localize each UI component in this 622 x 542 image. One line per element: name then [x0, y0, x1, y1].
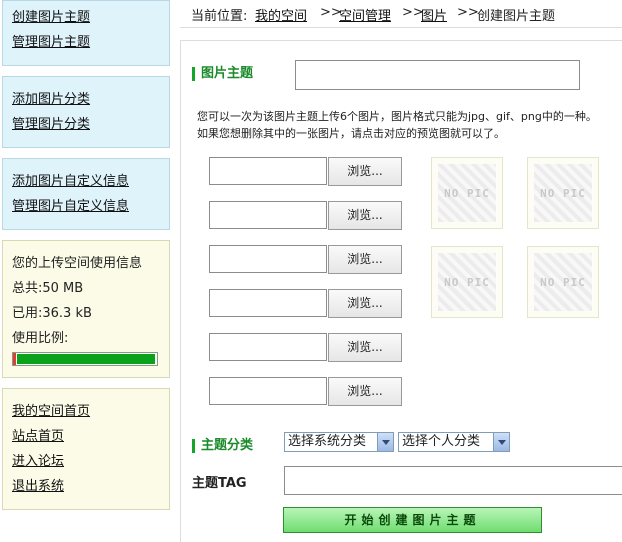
theme-menu-box: 创建图片主题 管理图片主题 [2, 0, 170, 66]
site-home-link[interactable]: 站点首页 [12, 429, 64, 445]
usage-total: 总共:50 MB [12, 281, 84, 296]
nav-box: 我的空间首页 站点首页 进入论坛 退出系统 [2, 388, 170, 510]
file-path-input-4[interactable] [209, 289, 327, 317]
no-pic-placeholder: NO PIC [444, 276, 490, 289]
my-space-home-link[interactable]: 我的空间首页 [12, 404, 90, 420]
no-pic-placeholder: NO PIC [540, 276, 586, 289]
breadcrumb-sep: >> [457, 5, 479, 20]
browse-button-1[interactable]: 浏览... [328, 157, 402, 186]
usage-title: 您的上传空间使用信息 [12, 256, 143, 271]
create-theme-panel: 图片主题 您可以一次为该图片主题上传6个图片，图片格式只能为jpg、gif、pn… [180, 40, 622, 542]
theme-input[interactable] [295, 60, 580, 90]
breadcrumb: 当前位置: 我的空间 >> 空间管理 >> 图片 >> 创建图片主题 [180, 0, 622, 28]
create-theme-button[interactable]: 开始创建图片主题 [283, 507, 542, 533]
add-custom-info-link[interactable]: 添加图片自定义信息 [12, 174, 129, 190]
system-category-value: 选择系统分类 [288, 434, 367, 449]
logout-link[interactable]: 退出系统 [12, 479, 64, 495]
preview-image-3[interactable]: NO PIC [431, 246, 503, 318]
preview-image-4[interactable]: NO PIC [527, 246, 599, 318]
main-content: 当前位置: 我的空间 >> 空间管理 >> 图片 >> 创建图片主题 图片主题 … [180, 0, 622, 542]
file-path-input-6[interactable] [209, 377, 327, 405]
chevron-down-icon [493, 433, 509, 451]
enter-forum-link[interactable]: 进入论坛 [12, 454, 64, 470]
usage-used: 已用:36.3 kB [12, 306, 92, 321]
custom-info-menu-box: 添加图片自定义信息 管理图片自定义信息 [2, 158, 170, 230]
upload-note-line1: 您可以一次为该图片主题上传6个图片，图片格式只能为jpg、gif、png中的一种… [197, 110, 597, 123]
no-pic-placeholder: NO PIC [444, 187, 490, 200]
file-path-input-5[interactable] [209, 333, 327, 361]
tag-label: 主题TAG [192, 476, 247, 491]
file-path-input-1[interactable] [209, 157, 327, 185]
usage-box: 您的上传空间使用信息 总共:50 MB 已用:36.3 kB 使用比例: [2, 240, 170, 378]
create-theme-link[interactable]: 创建图片主题 [12, 10, 90, 26]
chevron-down-icon [377, 433, 393, 451]
sidebar: 创建图片主题 管理图片主题 添加图片分类 管理图片分类 添加图片自定义信息 管理… [0, 0, 176, 542]
manage-custom-info-link[interactable]: 管理图片自定义信息 [12, 199, 129, 215]
breadcrumb-prefix: 当前位置: [191, 9, 248, 24]
tag-input[interactable] [284, 466, 622, 495]
usage-progress-remaining [17, 354, 155, 364]
breadcrumb-my-space[interactable]: 我的空间 [255, 5, 307, 24]
file-path-input-2[interactable] [209, 201, 327, 229]
preview-image-2[interactable]: NO PIC [527, 157, 599, 229]
breadcrumb-current: 创建图片主题 [477, 9, 556, 24]
browse-button-3[interactable]: 浏览... [328, 245, 402, 274]
manage-theme-link[interactable]: 管理图片主题 [12, 35, 90, 51]
browse-button-2[interactable]: 浏览... [328, 201, 402, 230]
browse-button-5[interactable]: 浏览... [328, 333, 402, 362]
breadcrumb-pictures[interactable]: 图片 [421, 5, 447, 24]
browse-button-6[interactable]: 浏览... [328, 377, 402, 406]
manage-category-link[interactable]: 管理图片分类 [12, 117, 90, 133]
file-path-input-3[interactable] [209, 245, 327, 273]
category-menu-box: 添加图片分类 管理图片分类 [2, 76, 170, 148]
usage-ratio-label: 使用比例: [12, 331, 69, 346]
preview-image-1[interactable]: NO PIC [431, 157, 503, 229]
system-category-select[interactable]: 选择系统分类 [284, 432, 394, 452]
personal-category-value: 选择个人分类 [402, 434, 481, 449]
breadcrumb-space-manage[interactable]: 空间管理 [339, 5, 391, 24]
upload-note-line2: 如果您想删除其中的一张图片，请点击对应的预览图就可以了。 [197, 127, 505, 140]
category-label: 主题分类 [192, 439, 253, 453]
usage-progress-bar [12, 352, 158, 366]
browse-button-4[interactable]: 浏览... [328, 289, 402, 318]
theme-label: 图片主题 [192, 67, 253, 81]
no-pic-placeholder: NO PIC [540, 187, 586, 200]
personal-category-select[interactable]: 选择个人分类 [398, 432, 510, 452]
usage-progress-used [13, 353, 16, 365]
add-category-link[interactable]: 添加图片分类 [12, 92, 90, 108]
